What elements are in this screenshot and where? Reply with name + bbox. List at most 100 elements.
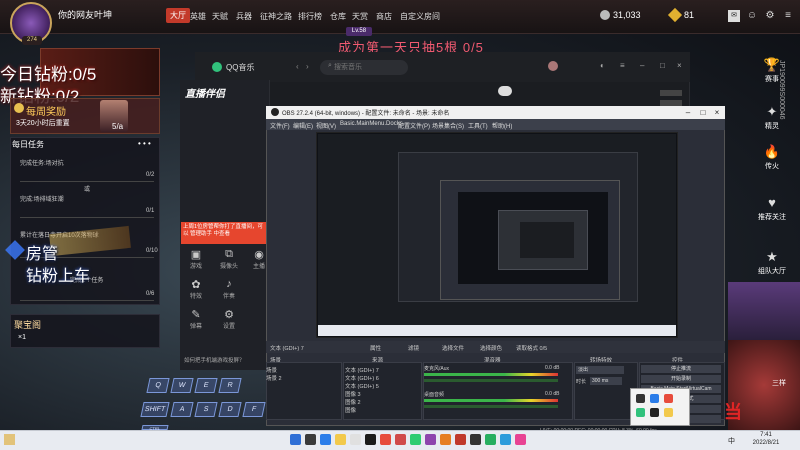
taskbar-app-icon[interactable] <box>485 434 496 445</box>
nav-talents[interactable]: 天赋 <box>212 11 228 22</box>
nav-custom-room[interactable]: 自定义房间 <box>400 11 440 22</box>
tray-icon[interactable] <box>650 394 659 403</box>
obs-menu-help[interactable]: 帮助(H) <box>492 121 512 130</box>
start-recording-button[interactable]: 开始录制 <box>641 375 721 383</box>
taskbar-app-icon[interactable] <box>515 434 526 445</box>
taskbar-app-icon[interactable] <box>350 434 361 445</box>
back-arrow-icon[interactable]: ‹ <box>296 62 299 71</box>
key-shift: SHIFT <box>140 402 170 417</box>
sidebar-item-spirit[interactable]: ✦ 精灵 <box>757 105 787 131</box>
zb-tip[interactable]: 如何把手机端游戏投屏？ <box>184 356 245 364</box>
mail-icon[interactable]: ✉ <box>728 10 740 22</box>
skin-icon[interactable]: ◐ <box>600 61 605 70</box>
obs-close-icon[interactable]: × <box>711 107 723 118</box>
obs-menu-tools[interactable]: 工具(T) <box>468 121 488 130</box>
obs-select-color-button[interactable]: 选择颜色 <box>480 344 502 352</box>
taskbar-app-icon[interactable] <box>395 434 406 445</box>
nav-road[interactable]: 征神之路 <box>260 11 292 22</box>
forward-arrow-icon[interactable]: › <box>306 62 309 71</box>
key-s: S <box>194 402 218 417</box>
tray-icon[interactable] <box>636 394 645 403</box>
qq-minimize-icon[interactable]: – <box>640 61 644 70</box>
tray-icon[interactable] <box>664 394 673 403</box>
obs-filters-button[interactable]: 滤镜 <box>408 344 419 352</box>
taskbar-app-icon[interactable] <box>440 434 451 445</box>
right-banner-label: 三样 <box>772 380 786 387</box>
obs-menu-edit[interactable]: 编辑(E) <box>293 121 313 130</box>
mixer-volume-meter <box>424 399 558 402</box>
spark-icon: ✦ <box>766 104 778 119</box>
obs-select-file-button[interactable]: 选择文件 <box>442 344 464 352</box>
source-item[interactable]: 文本 (GDI+) 5 <box>345 382 379 390</box>
nav-weapons[interactable]: 兵器 <box>236 11 252 22</box>
taskbar-app-icon[interactable] <box>380 434 391 445</box>
taskbar-app-icon[interactable] <box>500 434 511 445</box>
taskbar-app-icon[interactable] <box>455 434 466 445</box>
taskbar-app-icon[interactable] <box>335 434 346 445</box>
obs-menu-file[interactable]: 文件(F) <box>270 121 290 130</box>
nav-warehouse[interactable]: 仓库 <box>330 11 346 22</box>
source-item[interactable]: 图像 3 <box>345 390 361 398</box>
task-item: 完成任务:场对抗 <box>20 161 64 167</box>
sidebar-item-events[interactable]: 🏆 赛事 <box>757 58 787 84</box>
zb-tool-danmaku[interactable]: ✎ 弹幕 <box>183 308 209 330</box>
qq-menu-icon[interactable]: ≡ <box>620 61 625 70</box>
settings-icon[interactable]: ⚙ <box>764 10 776 22</box>
tray-icon[interactable] <box>636 408 645 417</box>
sidebar-item-follow[interactable]: ♥ 推荐关注 <box>757 196 787 222</box>
scene-item[interactable]: 场景 <box>266 366 277 374</box>
taskbar-app-icon[interactable] <box>320 434 331 445</box>
sidebar-item-team-hall[interactable]: ★ 组队大厅 <box>757 250 787 276</box>
nav-shop[interactable]: 商店 <box>376 11 392 22</box>
live-companion-promo[interactable]: 上周1位房管帮你打了直播间，可以 管理助手 中查看 <box>181 222 269 244</box>
sidebar-item-fire[interactable]: 🔥 传火 <box>757 145 787 171</box>
clock-time[interactable]: 7:41 <box>748 432 784 438</box>
tray-icon[interactable] <box>650 408 659 417</box>
more-icon[interactable]: • • • <box>138 139 151 148</box>
mixer-volume-slider[interactable] <box>424 405 558 408</box>
obs-minimize-icon[interactable]: – <box>682 107 694 118</box>
obs-menu-profile[interactable]: 配置文件(P) <box>398 121 430 130</box>
obs-properties-button[interactable]: 属性 <box>370 344 381 352</box>
nav-tianshang[interactable]: 天赏 <box>352 11 368 22</box>
obs-menu-scene-collection[interactable]: 场景集合(S) <box>432 121 464 130</box>
source-item[interactable]: 文本 (GDI+) 6 <box>345 374 379 382</box>
zb-tool-effects[interactable]: ✿ 特效 <box>183 278 209 300</box>
qq-close-icon[interactable]: × <box>677 61 682 70</box>
obs-menu-view[interactable]: 视图(V) <box>316 121 336 130</box>
qq-maximize-icon[interactable]: □ <box>660 61 665 70</box>
taskbar-app-icon[interactable] <box>365 434 376 445</box>
obs-selected-source: 文本 (GDI+) 7 <box>270 346 304 352</box>
stop-stream-button[interactable]: 停止推流 <box>641 365 721 373</box>
nav-heroes[interactable]: 英雄 <box>190 11 206 22</box>
obs-maximize-icon[interactable]: □ <box>697 107 709 118</box>
friends-icon[interactable]: ☺ <box>746 10 758 22</box>
obs-menu-docks[interactable]: Basic.MainMenu.Docks <box>340 121 403 127</box>
qq-search-input[interactable] <box>320 60 408 75</box>
taskbar-app-icon[interactable] <box>305 434 316 445</box>
transition-select[interactable]: 淡出 <box>576 366 624 374</box>
right-banner-purple[interactable] <box>728 282 800 340</box>
qq-user-avatar[interactable] <box>548 61 558 71</box>
widgets-icon[interactable] <box>4 434 15 445</box>
source-item[interactable]: 图像 <box>345 406 356 414</box>
source-item[interactable]: 文本 (GDI+) 7 <box>345 366 379 374</box>
clock-date[interactable]: 2022/8/21 <box>748 440 784 446</box>
nav-lobby[interactable]: 大厅 <box>166 8 190 23</box>
zb-tool-game[interactable]: ▣ 游戏 <box>183 248 209 270</box>
tray-icon[interactable] <box>664 408 673 417</box>
taskbar-app-icon[interactable] <box>425 434 436 445</box>
mixer-volume-slider[interactable] <box>424 379 558 382</box>
taskbar-app-icon[interactable] <box>410 434 421 445</box>
zb-tool-camera[interactable]: ⧉ 摄像头 <box>216 248 242 270</box>
taskbar-app-icon[interactable] <box>470 434 481 445</box>
transition-duration-input[interactable]: 300 ms <box>590 377 622 385</box>
language-indicator[interactable]: 中 <box>728 436 735 446</box>
nav-ranking[interactable]: 排行榜 <box>298 11 322 22</box>
scene-item[interactable]: 场景 2 <box>266 374 282 382</box>
menu-icon[interactable]: ≡ <box>782 10 794 22</box>
zb-tool-settings[interactable]: ⚙ 设置 <box>216 308 242 330</box>
taskbar-app-icon[interactable] <box>290 434 301 445</box>
source-item[interactable]: 图像 2 <box>345 398 361 406</box>
zb-tool-music[interactable]: ♪ 伴奏 <box>216 278 242 300</box>
